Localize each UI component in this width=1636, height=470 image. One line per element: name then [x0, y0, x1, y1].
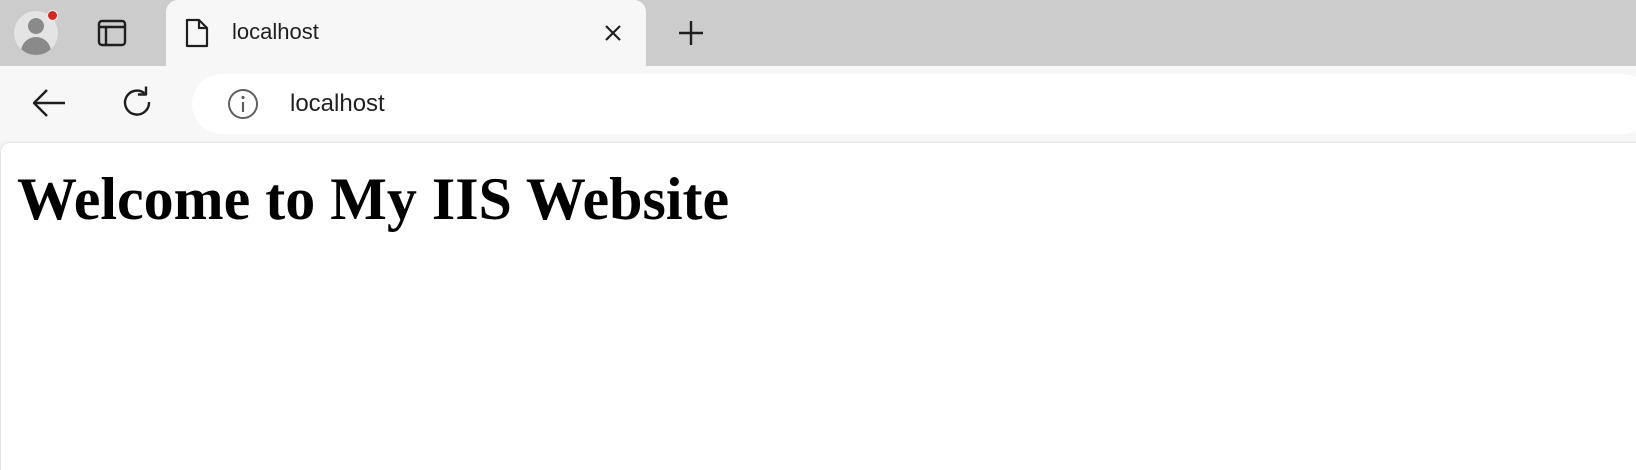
tab-actions-icon: [97, 19, 127, 47]
reload-button[interactable]: [116, 82, 158, 124]
back-arrow-icon: [32, 89, 65, 117]
info-icon[interactable]: [226, 87, 260, 121]
tab-title: localhost: [232, 19, 319, 44]
toolbar: localhost: [0, 66, 1636, 140]
back-button[interactable]: [28, 82, 70, 124]
notification-dot-icon: [47, 10, 58, 21]
close-icon: [605, 25, 621, 41]
tab-close-button[interactable]: [598, 18, 628, 48]
tab-actions-button[interactable]: [90, 15, 134, 51]
reload-icon: [123, 86, 151, 116]
profile-head: [28, 18, 44, 34]
tab-strip: localhost: [0, 0, 1636, 67]
url-text[interactable]: localhost: [290, 90, 385, 118]
page-heading: Welcome to My IIS Website: [17, 166, 730, 232]
tab-localhost[interactable]: localhost: [166, 0, 646, 67]
plus-icon: [679, 21, 703, 45]
profile-body: [21, 37, 51, 55]
new-tab-button[interactable]: [672, 14, 710, 52]
browser-window: localhost localhost Welcome to My IIS We…: [0, 0, 1636, 470]
page-viewport: Welcome to My IIS Website: [0, 142, 1636, 470]
document-icon: [185, 18, 209, 48]
address-bar[interactable]: localhost: [192, 74, 1636, 134]
